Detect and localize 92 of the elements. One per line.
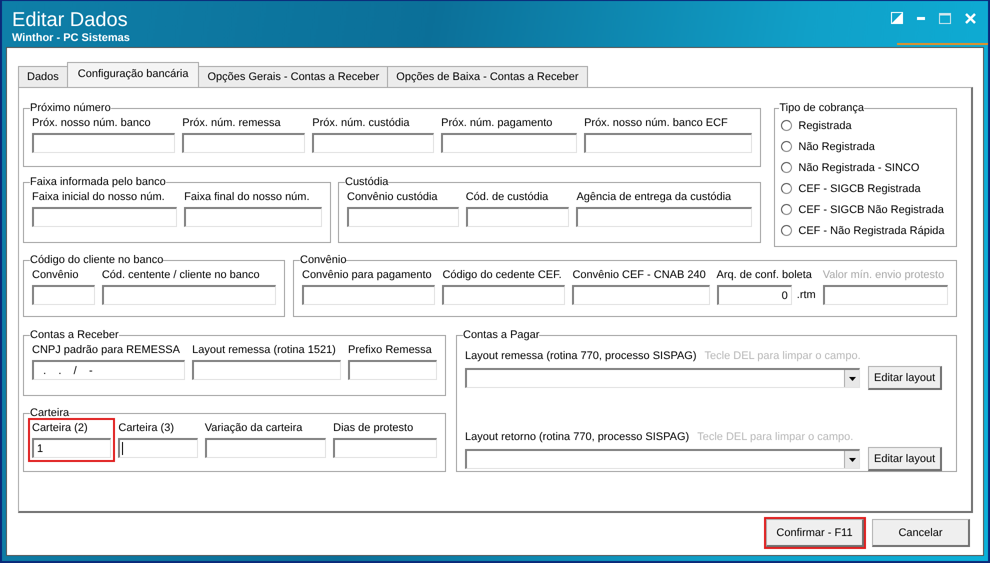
group-title: Custódia: [345, 175, 388, 189]
radio-label: CEF - Não Registrada Rápida: [798, 224, 944, 236]
field-label: Convênio custódia: [347, 190, 439, 205]
input-field[interactable]: [572, 285, 710, 305]
field-label: Convênio para pagamento: [302, 268, 433, 283]
input-field[interactable]: [302, 285, 436, 305]
radio-label: CEF - SIGCB Não Registrada: [798, 204, 944, 216]
field-label: Variação da carteira: [204, 421, 304, 436]
input-field[interactable]: [442, 285, 566, 305]
input-field[interactable]: 1: [32, 438, 112, 458]
field-label: Próx. nosso núm. banco ECF: [584, 116, 729, 131]
input-field[interactable]: [32, 207, 178, 227]
radio-label: Não Registrada: [798, 140, 875, 152]
input-field[interactable]: [312, 133, 434, 153]
radio-button[interactable]: [781, 204, 792, 215]
field-label: Próx. nosso núm. banco: [32, 116, 152, 131]
group-title: Tipo de cobrança: [779, 101, 864, 115]
field-label: Convênio: [32, 268, 80, 283]
input-field[interactable]: [822, 285, 948, 305]
radio-button[interactable]: [781, 162, 792, 173]
input-field[interactable]: [118, 438, 198, 458]
edit-layout-button[interactable]: Editar layout: [868, 366, 942, 390]
field-label: Arq. de conf. boleta: [716, 268, 813, 283]
dropdown-field[interactable]: [465, 449, 860, 469]
hint-text: Tecle DEL para limpar o campo.: [697, 430, 854, 445]
field-label: Dias de protesto: [333, 421, 414, 436]
field-label: Próx. núm. remessa: [182, 116, 282, 131]
field-label: Layout remessa (rotina 1521): [192, 343, 337, 358]
input-field[interactable]: [333, 438, 437, 458]
input-field[interactable]: [441, 133, 578, 153]
group-title: Próximo número: [30, 101, 111, 115]
radio-button[interactable]: [781, 120, 792, 131]
radio-label: Registrada: [798, 120, 852, 132]
field-label: Faixa inicial do nosso núm.: [32, 190, 166, 205]
field-label: Faixa final do nosso núm.: [184, 190, 311, 205]
input-field[interactable]: [182, 133, 306, 153]
field-label: Convênio CEF - CNAB 240: [572, 268, 707, 283]
tab[interactable]: Dados: [18, 66, 68, 87]
input-field[interactable]: [192, 360, 342, 380]
input-field[interactable]: [204, 438, 326, 458]
radio-button[interactable]: [781, 183, 792, 194]
group-title: Código do cliente no banco: [30, 253, 164, 267]
field-label: Layout remessa (rotina 770, processo SISPAG): [465, 349, 697, 364]
input-field[interactable]: [184, 207, 322, 227]
field-label: Prefixo Remessa: [348, 343, 433, 358]
group-title: Carteira: [30, 406, 70, 420]
radio-button[interactable]: [781, 225, 792, 236]
group-title: Faixa informada pelo banco: [30, 175, 166, 189]
dropdown-arrow-icon[interactable]: [848, 458, 856, 462]
field-label: Agência de entrega da custódia: [576, 190, 732, 205]
group-title: Contas a Receber: [30, 328, 119, 342]
field-label: Carteira (2): [32, 421, 89, 436]
input-field[interactable]: [348, 360, 438, 380]
input-field[interactable]: 0: [716, 285, 792, 305]
field-label: Cód. centente / cliente no banco: [102, 268, 261, 283]
hint-text: Tecle DEL para limpar o campo.: [704, 349, 861, 364]
radio-button[interactable]: [781, 141, 792, 152]
restore-icon[interactable]: [891, 12, 903, 24]
field-label: Layout retorno (rotina 770, processo SISPAG): [465, 430, 690, 445]
minimize-icon[interactable]: [917, 16, 925, 20]
unit-label: .rtm: [796, 289, 816, 301]
field-label: Valor mín. envio protesto: [822, 268, 946, 283]
confirm-button[interactable]: Confirmar - F11: [766, 519, 864, 547]
tab[interactable]: Opções Gerais - Contas a Receber: [198, 66, 388, 87]
input-field[interactable]: [347, 207, 459, 227]
input-field[interactable]: [32, 133, 176, 153]
input-field[interactable]: [576, 207, 752, 227]
close-icon[interactable]: [965, 12, 976, 24]
maximize-icon[interactable]: [939, 12, 951, 24]
field-label: Próx. núm. pagamento: [441, 116, 554, 131]
dropdown-arrow-icon[interactable]: [848, 376, 856, 380]
cancel-button[interactable]: Cancelar: [872, 519, 970, 547]
tab[interactable]: Configuração bancária: [66, 62, 200, 87]
input-field[interactable]: [102, 285, 276, 305]
tab[interactable]: Opções de Baixa - Contas a Receber: [387, 66, 588, 87]
radio-label: CEF - SIGCB Registrada: [798, 182, 921, 194]
input-field[interactable]: . . / -: [32, 360, 186, 380]
dropdown-field[interactable]: [465, 368, 860, 388]
window-subtitle: Winthor - PC Sistemas: [12, 32, 130, 45]
field-label: CNPJ padrão para REMESSA: [32, 343, 181, 358]
input-field[interactable]: [32, 285, 95, 305]
window-title: Editar Dados: [12, 8, 129, 32]
field-label: Próx. núm. custódia: [312, 116, 411, 131]
edit-layout-button[interactable]: Editar layout: [868, 447, 942, 471]
group-title: Convênio: [300, 253, 346, 267]
field-label: Código do cedente CEF.: [442, 268, 563, 283]
input-field[interactable]: [466, 207, 570, 227]
radio-label: Não Registrada - SINCO: [798, 162, 920, 174]
field-label: Carteira (3): [118, 421, 175, 436]
group-title: Contas a Pagar: [463, 328, 540, 342]
input-field[interactable]: [584, 133, 752, 153]
field-label: Cód. de custódia: [466, 190, 550, 205]
